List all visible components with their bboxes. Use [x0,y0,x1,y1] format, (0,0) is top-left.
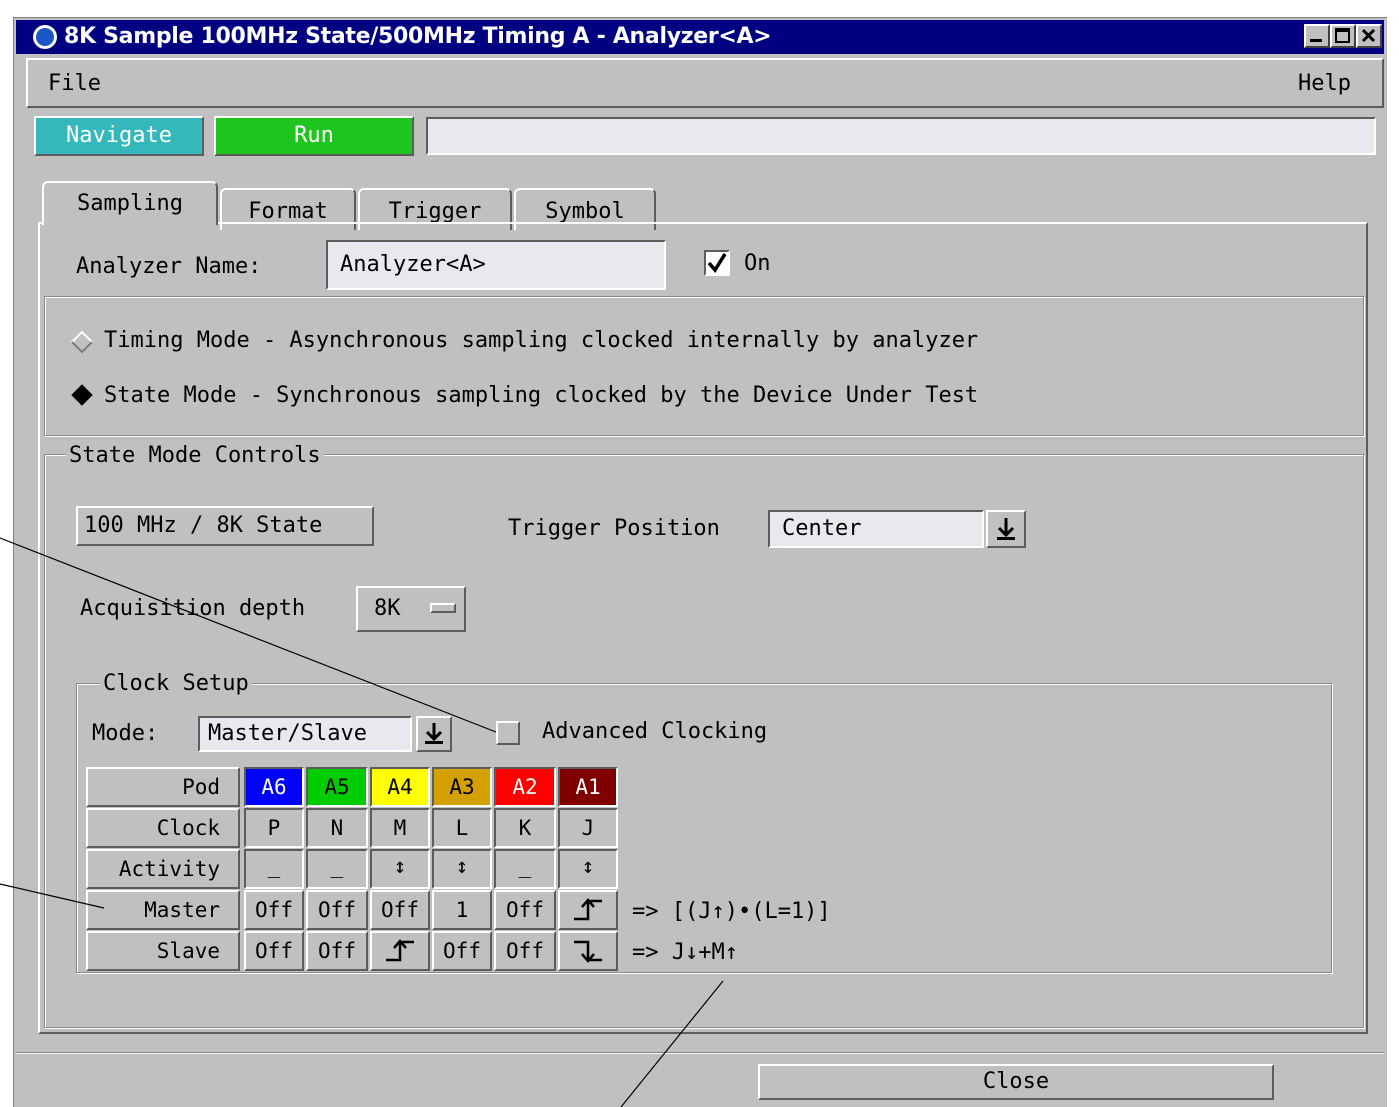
timing-mode-radio[interactable] [70,330,94,354]
master-clock-button[interactable]: Off [494,890,556,930]
bottom-separator [16,1052,1384,1054]
maximize-button[interactable] [1330,24,1356,48]
row-label-slave: Slave [86,931,240,971]
state-mode-label: State Mode - Synchronous sampling clocke… [104,383,979,408]
clock-mode-dropdown[interactable] [416,716,452,752]
pod-header-cell: A3 [432,767,492,807]
row-label-activity: Activity [86,849,240,889]
on-label: On [744,251,771,276]
menu-file[interactable]: File [48,71,101,96]
advanced-clocking-label: Advanced Clocking [542,719,768,744]
maximize-icon [1335,28,1350,43]
clock-cell: K [494,808,556,848]
row-label-clock: Clock [86,808,240,848]
master-clock-button[interactable]: Off [370,890,430,930]
clock-setup-title: Clock Setup [100,671,252,696]
state-mode-radio[interactable] [70,383,94,407]
timing-mode-label: Timing Mode - Asynchronous sampling cloc… [104,328,979,353]
pod-header-cell: A6 [244,767,304,807]
speed-button[interactable]: 100 MHz / 8K State [76,506,374,546]
slave-expression: => J↓+M↑ [632,940,738,965]
master-expression: => [(J↑)•(L=1)] [632,899,831,924]
activity-cell: ↕ [432,849,492,889]
close-window-button[interactable] [1356,24,1382,48]
option-menu-icon [430,603,456,613]
pod-header-cell: A4 [370,767,430,807]
row-label-pod: Pod [86,767,240,807]
activity-cell: _ [306,849,368,889]
acquisition-depth-button[interactable]: 8K [356,586,466,632]
menu-bar: File Help [26,58,1384,108]
activity-cell: ↕ [558,849,618,889]
trigger-position-dropdown[interactable] [986,510,1026,548]
acquisition-depth-label: Acquisition depth [80,596,306,621]
slave-edge-button[interactable] [370,931,430,971]
master-clock-button[interactable]: Off [306,890,368,930]
close-icon [1361,28,1376,43]
navigate-button[interactable]: Navigate [34,116,204,156]
slave-clock-button[interactable]: Off [244,931,304,971]
clock-mode-select[interactable]: Master/Slave [198,716,412,752]
mode-group [44,296,1364,436]
clock-cell: J [558,808,618,848]
status-field [426,117,1376,155]
analyzer-name-input[interactable]: Analyzer<A> [326,240,666,290]
minimize-icon [1310,39,1322,42]
trigger-position-select[interactable]: Center [768,510,984,548]
hp-logo-icon [33,25,57,49]
menu-help[interactable]: Help [1298,71,1351,96]
acquisition-depth-value: 8K [374,596,401,621]
state-mode-controls-title: State Mode Controls [66,443,324,468]
advanced-clocking-checkbox[interactable] [496,721,520,745]
activity-cell: ↕ [370,849,430,889]
title-bar: 8K Sample 100MHz State/500MHz Timing A -… [16,20,1384,54]
tab-sampling[interactable]: Sampling [42,181,218,225]
pod-header-cell: A2 [494,767,556,807]
master-edge-button[interactable] [558,890,618,930]
rising-edge-icon [574,898,602,921]
clock-cell: N [306,808,368,848]
pod-header-cell: A5 [306,767,368,807]
checkmark-icon [707,253,727,273]
dropdown-arrow-icon [425,723,443,744]
clock-cell: P [244,808,304,848]
activity-cell: _ [494,849,556,889]
analyzer-name-label: Analyzer Name: [76,254,262,279]
activity-cell: _ [244,849,304,889]
on-checkbox[interactable] [704,250,730,276]
slave-clock-button[interactable]: Off [432,931,492,971]
slave-clock-button[interactable]: Off [494,931,556,971]
slave-edge-button[interactable] [558,931,618,971]
row-label-master: Master [86,890,240,930]
clock-cell: L [432,808,492,848]
clock-mode-label: Mode: [92,721,159,746]
master-clock-button[interactable]: 1 [432,890,492,930]
clock-cell: M [370,808,430,848]
dropdown-arrow-icon [997,518,1015,540]
close-button[interactable]: Close [758,1064,1274,1100]
trigger-position-label: Trigger Position [508,516,720,541]
falling-edge-icon [574,940,602,963]
run-button[interactable]: Run [214,116,414,156]
minimize-button[interactable] [1304,24,1330,48]
rising-edge-icon [386,939,414,962]
pod-header-cell: A1 [558,767,618,807]
master-clock-button[interactable]: Off [244,890,304,930]
window-title: 8K Sample 100MHz State/500MHz Timing A -… [64,24,772,49]
slave-clock-button[interactable]: Off [306,931,368,971]
